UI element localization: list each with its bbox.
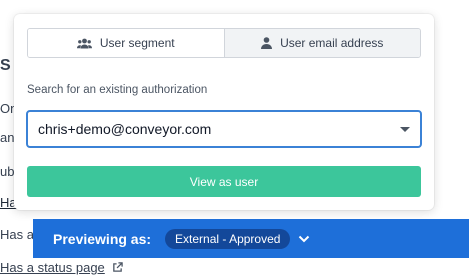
background-text-line: ub	[0, 164, 15, 179]
background-heading-fragment: S	[0, 57, 11, 74]
external-link-icon	[112, 261, 124, 276]
chevron-down-icon[interactable]	[298, 230, 310, 248]
preview-bar: Previewing as: External - Approved	[33, 219, 469, 258]
user-icon	[261, 37, 273, 49]
status-page-link-row[interactable]: Has a status page	[0, 260, 124, 276]
tab-user-segment-label: User segment	[99, 36, 175, 50]
tab-user-email-address[interactable]: User email address	[223, 29, 420, 57]
preview-popover: User segment User email address Search f…	[14, 14, 434, 210]
preview-mode-toggle: User segment User email address	[27, 28, 421, 58]
status-page-link[interactable]: Has a status page	[0, 260, 105, 275]
view-as-user-button[interactable]: View as user	[27, 166, 421, 197]
authorization-select[interactable]: chris+demo@conveyor.com	[26, 110, 422, 148]
preview-segment-badge[interactable]: External - Approved	[165, 228, 291, 249]
users-icon	[76, 38, 92, 49]
previewing-as-label: Previewing as:	[53, 230, 152, 247]
tab-user-email-address-label: User email address	[280, 36, 384, 50]
authorization-select-value: chris+demo@conveyor.com	[38, 121, 212, 137]
chevron-down-icon[interactable]	[400, 126, 410, 132]
search-authorization-label: Search for an existing authorization	[27, 84, 208, 96]
tab-user-segment[interactable]: User segment	[28, 29, 224, 57]
